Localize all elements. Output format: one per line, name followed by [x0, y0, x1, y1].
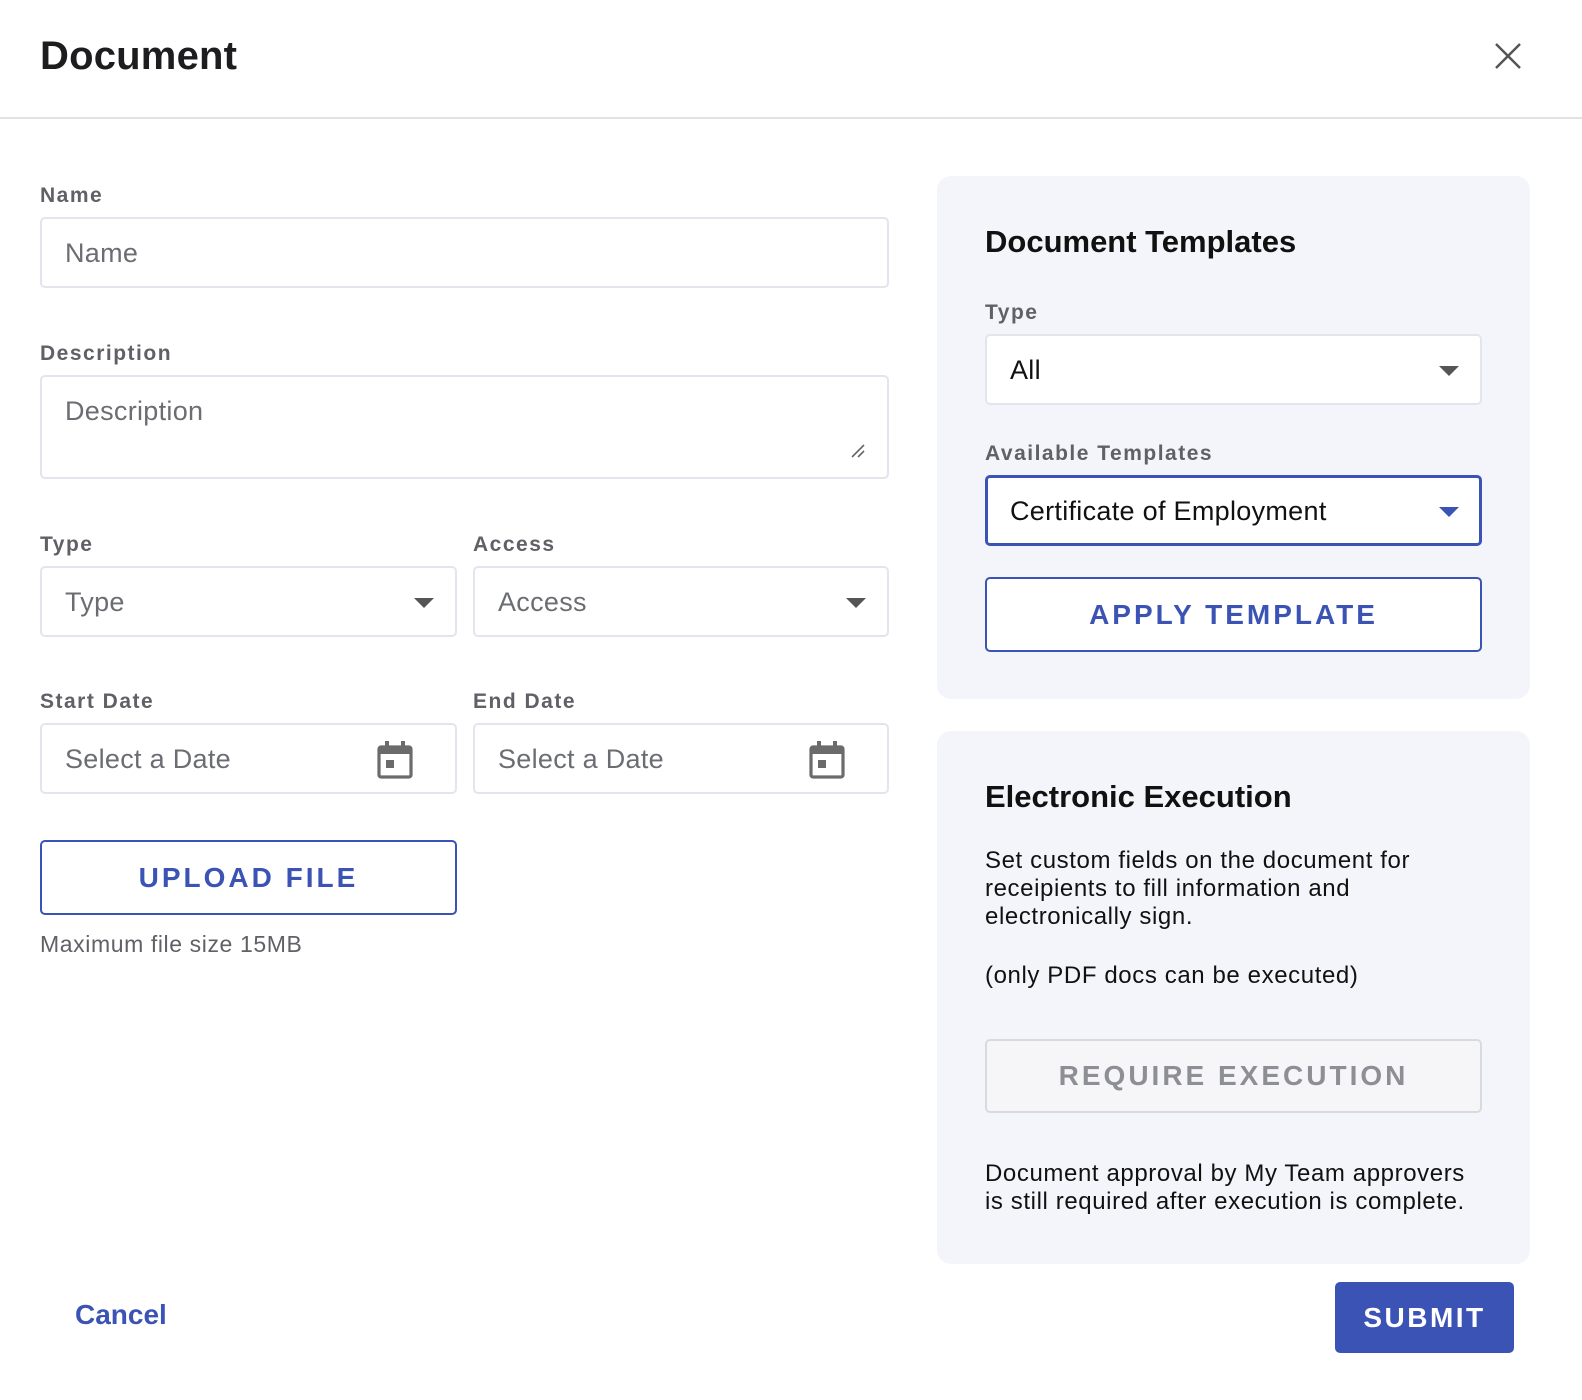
available-templates-value: Certificate of Employment: [1010, 496, 1327, 526]
execution-description-line: receipients to fill information and: [985, 875, 1351, 902]
name-input[interactable]: Name: [40, 217, 889, 288]
dialog-header: Document: [0, 0, 1582, 119]
approval-note-line: is still required after execution is com…: [985, 1188, 1465, 1215]
execution-panel-title: Electronic Execution: [985, 779, 1292, 814]
submit-button[interactable]: SUBMIT: [1335, 1282, 1514, 1353]
description-label: Description: [40, 342, 173, 365]
chevron-down-icon: [1439, 507, 1459, 517]
execution-description-line: electronically sign.: [985, 903, 1194, 930]
upload-file-button[interactable]: UPLOAD FILE: [40, 840, 457, 915]
start-date-input[interactable]: Select a Date: [40, 723, 457, 794]
name-placeholder: Name: [65, 238, 139, 268]
access-select[interactable]: Access: [473, 566, 889, 637]
template-type-value: All: [1010, 355, 1041, 385]
available-templates-select[interactable]: Certificate of Employment: [985, 475, 1482, 546]
approval-note-line: Document approval by My Team approvers: [985, 1160, 1465, 1187]
execution-description-line: Set custom fields on the document for: [985, 847, 1411, 874]
execution-description: Set custom fields on the document for re…: [985, 847, 1410, 931]
name-label: Name: [40, 184, 104, 207]
calendar-icon[interactable]: [376, 740, 414, 780]
access-placeholder: Access: [498, 587, 587, 617]
apply-template-button[interactable]: APPLY TEMPLATE: [985, 577, 1482, 652]
description-placeholder: Description: [65, 396, 204, 426]
type-label: Type: [40, 533, 94, 556]
cancel-link[interactable]: Cancel: [75, 1299, 167, 1331]
start-date-placeholder: Select a Date: [65, 744, 231, 774]
available-templates-label: Available Templates: [985, 442, 1214, 465]
templates-panel-title: Document Templates: [985, 224, 1297, 259]
chevron-down-icon: [414, 598, 434, 608]
end-date-input[interactable]: Select a Date: [473, 723, 889, 794]
chevron-down-icon: [1439, 366, 1459, 376]
close-icon[interactable]: [1488, 36, 1528, 76]
chevron-down-icon: [846, 598, 866, 608]
require-execution-button[interactable]: REQUIRE EXECUTION: [985, 1039, 1482, 1113]
calendar-icon[interactable]: [808, 740, 846, 780]
upload-hint: Maximum file size 15MB: [40, 931, 303, 957]
end-date-placeholder: Select a Date: [498, 744, 664, 774]
end-date-label: End Date: [473, 690, 577, 713]
template-type-select[interactable]: All: [985, 334, 1482, 405]
execution-note: (only PDF docs can be executed): [985, 962, 1359, 989]
type-placeholder: Type: [65, 587, 125, 617]
resize-handle-icon[interactable]: [850, 443, 866, 459]
access-label: Access: [473, 533, 556, 556]
description-textarea[interactable]: Description: [40, 375, 889, 479]
approval-note: Document approval by My Team approvers i…: [985, 1160, 1465, 1216]
template-type-label: Type: [985, 301, 1039, 324]
document-templates-panel: Document Templates Type All Available Te…: [937, 176, 1530, 699]
dialog-title: Document: [40, 34, 238, 78]
type-select[interactable]: Type: [40, 566, 457, 637]
start-date-label: Start Date: [40, 690, 155, 713]
electronic-execution-panel: Electronic Execution Set custom fields o…: [937, 731, 1530, 1264]
